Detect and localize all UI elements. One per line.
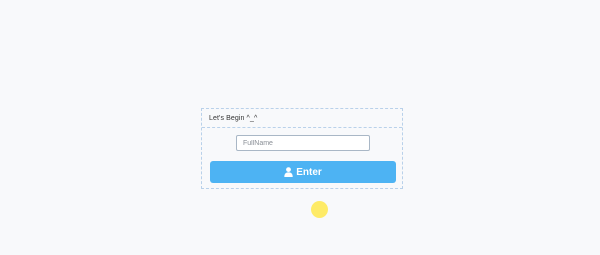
- panel-heading-text: Let's Begin ^_^: [209, 114, 258, 122]
- panel-body: Enter: [202, 128, 402, 189]
- panel-heading: Let's Begin ^_^: [202, 109, 402, 128]
- enter-button[interactable]: Enter: [210, 161, 396, 183]
- user-icon: [284, 167, 293, 177]
- login-panel: Let's Begin ^_^ Enter: [201, 108, 403, 189]
- mouse-cursor-highlight: [311, 201, 328, 218]
- enter-button-label: Enter: [296, 166, 322, 178]
- page: Let's Begin ^_^ Enter: [0, 0, 600, 255]
- fullname-input[interactable]: [236, 135, 370, 151]
